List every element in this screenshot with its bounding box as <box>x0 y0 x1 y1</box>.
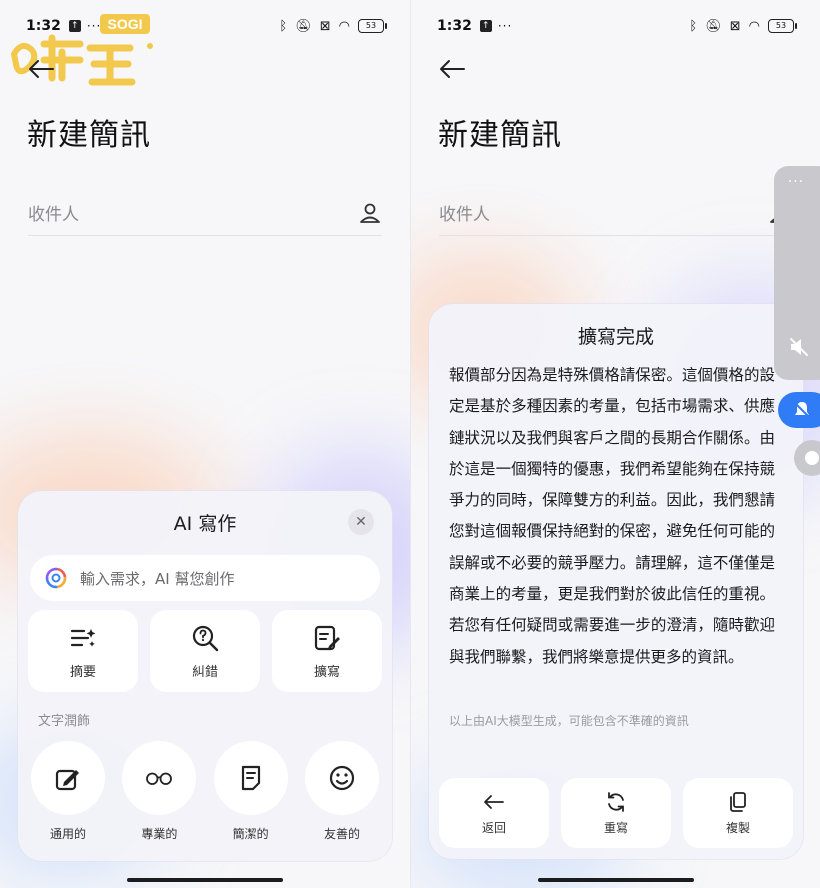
svg-text:SOGI: SOGI <box>107 16 142 32</box>
smiley-icon <box>329 765 355 791</box>
recipient-label: 收件人 <box>439 205 490 225</box>
expand-write-button[interactable]: 擴寫 <box>272 610 382 692</box>
home-indicator[interactable] <box>537 878 694 882</box>
return-label: 返回 <box>481 820 506 835</box>
bell-off-icon <box>794 402 810 418</box>
tone-friendly-circle[interactable] <box>304 741 379 815</box>
tone-concise-button[interactable]: 簡潔的 <box>213 741 289 842</box>
refresh-icon <box>608 791 624 812</box>
tone-professional-circle[interactable] <box>122 741 197 815</box>
back-arrow-icon <box>29 60 54 78</box>
ai-prompt-placeholder: 輸入需求，AI 幫您創作 <box>80 569 235 588</box>
sheet-title: AI 寫作 <box>173 513 237 535</box>
expand-write-icon <box>314 625 340 650</box>
sogi-logo: SOGI <box>10 14 153 86</box>
status-bar: 1:32 ↑ ··· ᛒ 🔕︎ ⊠ ◠ 53 <box>437 14 797 38</box>
upload-icon: ↑ <box>479 20 492 32</box>
copy-button[interactable]: 複製 <box>683 778 793 848</box>
document-icon <box>241 765 260 791</box>
rewrite-label: 重寫 <box>603 820 628 835</box>
expand-write-label: 擴寫 <box>313 664 340 680</box>
tone-friendly-label: 友善的 <box>323 827 360 841</box>
tone-friendly-button[interactable]: 友善的 <box>304 741 380 842</box>
more-icon[interactable]: ··· <box>774 174 818 190</box>
back-arrow-icon <box>440 60 465 78</box>
copy-label: 複製 <box>725 820 750 835</box>
back-arrow-icon <box>484 794 504 809</box>
summary-icon <box>70 628 96 647</box>
wifi-icon: ◠ <box>748 18 760 34</box>
mute-icon: 🔕︎ <box>295 18 312 34</box>
result-title: 擴寫完成 <box>577 326 654 348</box>
mute-icon: 🔕︎ <box>705 18 722 34</box>
summary-button[interactable]: 摘要 <box>28 610 138 692</box>
floating-sound-panel[interactable]: ··· <box>774 166 820 380</box>
ai-prompt-input[interactable]: 輸入需求，AI 幫您創作 <box>30 555 380 601</box>
tone-concise-circle[interactable] <box>213 741 288 815</box>
no-sim-icon: ⊠ <box>729 18 741 34</box>
rewrite-button[interactable]: 重寫 <box>561 778 671 848</box>
glasses-icon <box>146 772 173 785</box>
summary-label: 摘要 <box>69 664 96 680</box>
tone-professional-button[interactable]: 專業的 <box>121 741 197 842</box>
page-title: 新建簡訊 <box>438 118 562 153</box>
expansion-result-card: 擴寫完成 報價部分因為是特殊價格請保密。這個價格的設定是基於多種因素的考量，包括… <box>429 304 803 859</box>
wifi-icon: ◠ <box>338 18 350 34</box>
ai-swirl-icon <box>45 567 67 589</box>
page-title: 新建簡訊 <box>27 118 151 153</box>
pen-icon <box>55 769 79 791</box>
back-button[interactable] <box>28 56 54 84</box>
return-button[interactable]: 返回 <box>439 778 549 848</box>
no-sim-icon: ⊠ <box>319 18 331 34</box>
proofread-button[interactable]: 糾錯 <box>150 610 260 692</box>
tone-options: 通用的 專業的 簡潔的 友善的 <box>30 741 380 842</box>
generated-text[interactable]: 報價部分因為是特殊價格請保密。這個價格的設定是基於多種因素的考量，包括市場需求、… <box>449 360 775 673</box>
recipient-label: 收件人 <box>28 205 79 225</box>
bluetooth-icon: ᛒ <box>689 18 698 34</box>
tone-concise-label: 簡潔的 <box>232 827 269 841</box>
ai-writing-sheet: AI 寫作 ✕ 輸入需求，AI 幫您創作 摘要 糾錯 擴寫 文字潤飾 通用的 專… <box>18 491 392 861</box>
more-notifications-icon: ··· <box>497 19 513 33</box>
ai-action-cards: 摘要 糾錯 擴寫 <box>28 610 382 692</box>
status-time: 1:32 <box>437 18 472 34</box>
proofread-label: 糾錯 <box>191 664 218 680</box>
proofread-icon <box>192 625 219 651</box>
tone-professional-label: 專業的 <box>141 827 178 841</box>
contact-picker-icon[interactable] <box>358 201 382 225</box>
silent-mode-toggle[interactable] <box>778 392 820 428</box>
bluetooth-icon: ᛒ <box>279 18 288 34</box>
text-polish-label: 文字潤飾 <box>38 714 91 729</box>
right-screen: 1:32 ↑ ··· ᛒ 🔕︎ ⊠ ◠ 53 新建簡訊 收件人 擴寫完成 報價部… <box>410 0 820 888</box>
ai-disclaimer: 以上由AI大模型生成，可能包含不準確的資訊 <box>449 714 689 728</box>
home-indicator[interactable] <box>127 878 283 882</box>
tone-general-label: 通用的 <box>49 827 86 841</box>
tone-general-circle[interactable] <box>31 741 105 815</box>
recipient-field[interactable]: 收件人 <box>28 190 382 236</box>
close-icon[interactable]: ✕ <box>348 509 374 535</box>
result-actions: 返回 重寫 複製 <box>439 778 793 848</box>
speaker-mute-icon[interactable] <box>788 336 810 358</box>
status-icons: ᛒ 🔕︎ ⊠ ◠ 53 <box>689 18 797 34</box>
battery-icon: 53 <box>358 19 387 33</box>
left-screen: 1:32 ↑ ··· ᛒ 🔕︎ ⊠ ◠ 53 SOGI 新建簡訊 收件人 AI … <box>0 0 410 888</box>
status-icons: ᛒ 🔕︎ ⊠ ◠ 53 <box>279 18 387 34</box>
recipient-field[interactable]: 收件人 <box>439 190 792 236</box>
copy-icon <box>730 791 746 812</box>
back-button[interactable] <box>439 56 465 84</box>
tone-general-button[interactable]: 通用的 <box>30 741 106 842</box>
battery-icon: 53 <box>768 19 797 33</box>
